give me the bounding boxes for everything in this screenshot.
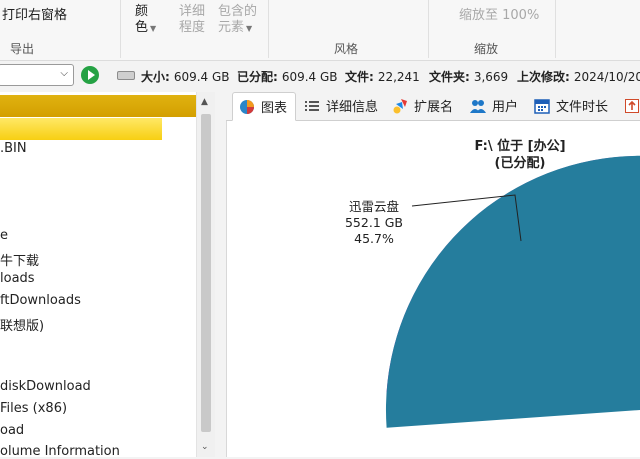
ribbon: 打印右窗格 导出 颜 色 ▼ 详细 程度 包含的 元素 ▼ 风格 缩放至 100% …: [0, 0, 640, 61]
tree-item[interactable]: e: [0, 228, 8, 243]
users-icon: [470, 98, 486, 114]
ribbon-separator: [120, 0, 121, 58]
tree-scrollbar[interactable]: ▲ ⌄: [196, 92, 215, 457]
detail-label-2: 程度: [179, 20, 206, 35]
view-tabs: 图表 详细信息 扩展名 用户 文件时长: [226, 92, 640, 121]
contains-label-2: 元素: [218, 20, 245, 35]
slice-label-size: 552.1 GB: [344, 215, 404, 230]
tree-item[interactable]: 牛下载: [0, 250, 39, 269]
modified-info: 上次修改: 2024/10/20: [517, 70, 640, 84]
zoom-100-button[interactable]: 缩放至 100%: [459, 4, 539, 23]
list-icon: [304, 98, 320, 114]
export-group-label: 导出: [10, 42, 35, 56]
scrollbar-thumb[interactable]: [201, 114, 211, 432]
chevron-down-icon: ▼: [150, 24, 157, 33]
tree-item[interactable]: oad: [0, 423, 24, 438]
slice-label-name: 迅雷云盘: [348, 199, 399, 214]
tree-item[interactable]: .BIN: [0, 141, 27, 156]
tree-row-highlighted[interactable]: [0, 118, 162, 140]
style-group-label: 风格: [334, 42, 359, 56]
tree-item[interactable]: Files (x86): [0, 401, 67, 416]
color-label-2: 色: [135, 20, 149, 35]
tab-details[interactable]: 详细信息: [304, 92, 378, 119]
allocated-info: 已分配: 609.4 GB: [237, 70, 338, 84]
extensions-icon: [392, 98, 408, 114]
scroll-down-icon[interactable]: ⌄: [201, 442, 209, 452]
tree-item[interactable]: diskDownload: [0, 379, 91, 394]
ribbon-separator: [555, 0, 556, 58]
zoom-group-label: 缩放: [474, 42, 499, 56]
ribbon-separator: [428, 0, 429, 58]
upload-icon: [624, 98, 640, 114]
drive-icon: [117, 71, 135, 80]
chart-title-line2: (已分配): [494, 156, 546, 171]
size-info: 大小: 609.4 GB: [141, 70, 230, 84]
tree-item[interactable]: 联想版): [0, 315, 44, 334]
tree-item[interactable]: loads: [0, 271, 35, 286]
chevron-down-icon: ▼: [246, 24, 253, 33]
tab-chart[interactable]: 图表: [232, 92, 296, 121]
start-scan-button[interactable]: [81, 66, 99, 84]
folders-info: 文件夹: 3,669: [429, 70, 509, 84]
chevron-down-icon[interactable]: ⌵: [60, 68, 68, 79]
print-right-pane-button[interactable]: 打印右窗格: [2, 4, 67, 23]
files-info: 文件: 22,241: [345, 70, 420, 84]
folder-tree: .BIN e 牛下载 loads ftDownloads 联想版) diskDo…: [0, 92, 197, 459]
chart-title: F:\ 位于 [办公] (已分配): [420, 138, 620, 172]
tree-row-selected[interactable]: [0, 95, 196, 117]
calendar-icon: [534, 98, 550, 114]
chart-title-line1: F:\ 位于 [办公]: [474, 139, 566, 154]
path-combobox[interactable]: ⌵: [0, 64, 74, 86]
scroll-up-icon[interactable]: ▲: [201, 97, 208, 107]
tree-item[interactable]: ftDownloads: [0, 293, 81, 308]
tab-extensions[interactable]: 扩展名: [392, 92, 453, 119]
info-toolbar: ⌵ 大小: 609.4 GB 已分配: 609.4 GB 文件: 22,241 文件夹…: [0, 61, 640, 90]
slice-label-percent: 45.7%: [354, 231, 394, 246]
tab-users[interactable]: 用户: [470, 92, 518, 119]
pie-slice-xunlei[interactable]: [386, 155, 640, 428]
tab-more[interactable]: [624, 92, 640, 119]
ribbon-separator: [268, 0, 269, 58]
tab-file-age[interactable]: 文件时长: [534, 92, 608, 119]
pie-chart-icon: [239, 99, 255, 115]
